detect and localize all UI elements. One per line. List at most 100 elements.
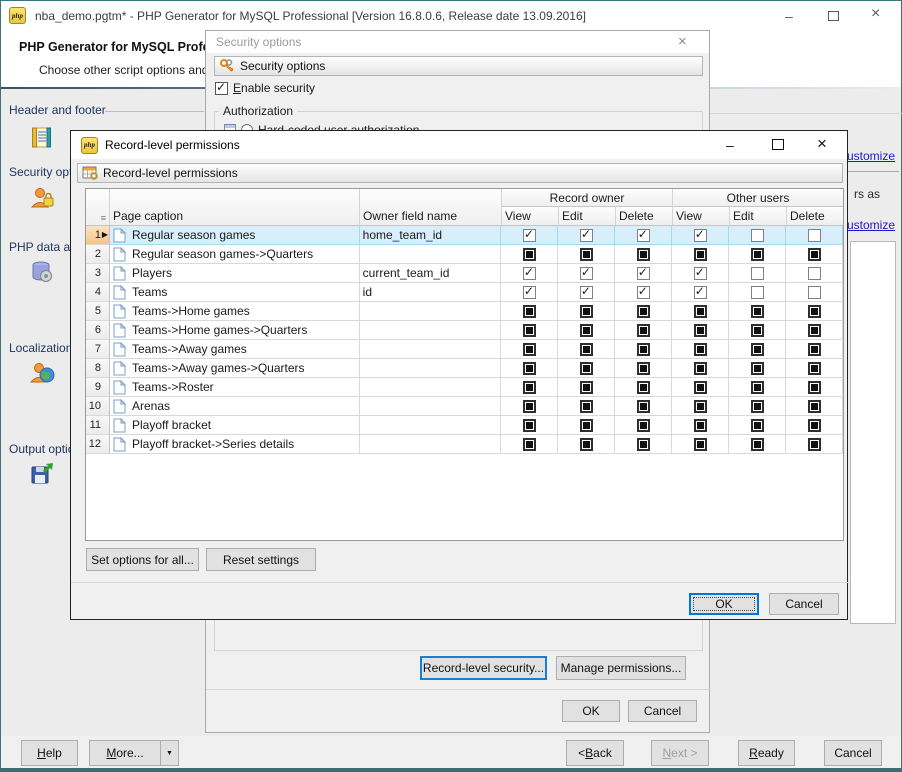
permission-cell[interactable] xyxy=(672,226,729,245)
table-row[interactable]: 2Regular season games->Quarters xyxy=(86,245,843,264)
permission-cell[interactable] xyxy=(786,416,843,435)
permission-cell[interactable] xyxy=(672,340,729,359)
column-header-edit-others[interactable]: Edit xyxy=(730,207,787,226)
column-header-view-owner[interactable]: View xyxy=(502,207,559,226)
permission-checkbox-mixed[interactable] xyxy=(694,419,707,432)
permission-checkbox-mixed[interactable] xyxy=(580,343,593,356)
permission-cell[interactable] xyxy=(558,245,615,264)
page-caption-cell[interactable]: Arenas xyxy=(110,397,360,416)
permission-checkbox-mixed[interactable] xyxy=(694,438,707,451)
permission-cell[interactable] xyxy=(615,264,672,283)
manage-permissions-button[interactable]: Manage permissions... xyxy=(556,656,686,680)
owner-field-cell[interactable]: current_team_id xyxy=(360,264,502,283)
permission-cell[interactable] xyxy=(729,359,786,378)
page-caption-cell[interactable]: Regular season games xyxy=(110,226,360,245)
permission-checkbox-mixed[interactable] xyxy=(751,400,764,413)
record-minimize-icon[interactable]: – xyxy=(726,137,734,153)
permission-cell[interactable] xyxy=(786,245,843,264)
permission-checkbox-mixed[interactable] xyxy=(637,419,650,432)
ready-button[interactable]: Ready xyxy=(738,740,795,766)
row-number-header[interactable]: ≡ xyxy=(86,189,110,226)
permission-checkbox-mixed[interactable] xyxy=(580,362,593,375)
table-row[interactable]: 11Playoff bracket xyxy=(86,416,843,435)
permission-checkbox-mixed[interactable] xyxy=(637,343,650,356)
user-globe-icon[interactable] xyxy=(29,360,55,389)
permission-cell[interactable] xyxy=(501,264,558,283)
permission-checkbox-mixed[interactable] xyxy=(523,248,536,261)
permission-checkbox-mixed[interactable] xyxy=(637,381,650,394)
permission-cell[interactable] xyxy=(786,397,843,416)
permission-checkbox-unchecked[interactable] xyxy=(751,267,764,280)
permission-checkbox-mixed[interactable] xyxy=(808,305,821,318)
permission-checkbox-mixed[interactable] xyxy=(523,362,536,375)
sidebar-item-output[interactable]: Output optio xyxy=(9,442,74,456)
permission-cell[interactable] xyxy=(501,321,558,340)
permission-checkbox-mixed[interactable] xyxy=(808,248,821,261)
column-header-delete-others[interactable]: Delete xyxy=(787,207,843,226)
permission-cell[interactable] xyxy=(558,435,615,454)
table-row[interactable]: 7Teams->Away games xyxy=(86,340,843,359)
permission-checkbox-checked[interactable] xyxy=(523,267,536,280)
permission-cell[interactable] xyxy=(501,416,558,435)
header-footer-icon[interactable] xyxy=(29,125,55,154)
permission-cell[interactable] xyxy=(558,397,615,416)
permission-cell[interactable] xyxy=(729,245,786,264)
permission-cell[interactable] xyxy=(501,245,558,264)
permission-cell[interactable] xyxy=(729,283,786,302)
page-caption-cell[interactable]: Regular season games->Quarters xyxy=(110,245,360,264)
permission-cell[interactable] xyxy=(786,226,843,245)
permission-checkbox-mixed[interactable] xyxy=(523,381,536,394)
permission-checkbox-mixed[interactable] xyxy=(637,362,650,375)
enable-security-checkbox[interactable] xyxy=(215,82,228,95)
owner-field-cell[interactable] xyxy=(360,359,502,378)
page-caption-cell[interactable]: Players xyxy=(110,264,360,283)
permission-cell[interactable] xyxy=(729,435,786,454)
permission-cell[interactable] xyxy=(615,226,672,245)
permission-cell[interactable] xyxy=(672,283,729,302)
record-maximize-icon[interactable] xyxy=(772,139,784,150)
permission-cell[interactable] xyxy=(786,283,843,302)
permission-cell[interactable] xyxy=(672,302,729,321)
permission-checkbox-unchecked[interactable] xyxy=(751,286,764,299)
permission-cell[interactable] xyxy=(786,302,843,321)
table-row[interactable]: 1▶Regular season gameshome_team_id xyxy=(86,226,843,245)
permission-checkbox-mixed[interactable] xyxy=(751,419,764,432)
permission-cell[interactable] xyxy=(672,397,729,416)
permission-cell[interactable] xyxy=(615,397,672,416)
table-row[interactable]: 5Teams->Home games xyxy=(86,302,843,321)
page-caption-cell[interactable]: Teams xyxy=(110,283,360,302)
permission-cell[interactable] xyxy=(558,302,615,321)
permission-checkbox-mixed[interactable] xyxy=(580,438,593,451)
permission-cell[interactable] xyxy=(729,340,786,359)
permission-checkbox-mixed[interactable] xyxy=(694,381,707,394)
permission-cell[interactable] xyxy=(672,359,729,378)
permission-checkbox-mixed[interactable] xyxy=(751,324,764,337)
permission-checkbox-mixed[interactable] xyxy=(523,305,536,318)
permission-checkbox-mixed[interactable] xyxy=(694,248,707,261)
permission-checkbox-mixed[interactable] xyxy=(637,324,650,337)
permission-checkbox-mixed[interactable] xyxy=(808,324,821,337)
permission-checkbox-mixed[interactable] xyxy=(808,400,821,413)
page-caption-cell[interactable]: Teams->Roster xyxy=(110,378,360,397)
permission-checkbox-mixed[interactable] xyxy=(580,305,593,318)
permission-cell[interactable] xyxy=(615,245,672,264)
permission-checkbox-checked[interactable] xyxy=(694,267,707,280)
permission-checkbox-mixed[interactable] xyxy=(751,438,764,451)
page-caption-cell[interactable]: Teams->Home games->Quarters xyxy=(110,321,360,340)
permission-checkbox-mixed[interactable] xyxy=(694,400,707,413)
owner-field-cell[interactable] xyxy=(360,245,502,264)
permission-cell[interactable] xyxy=(501,302,558,321)
permission-checkbox-mixed[interactable] xyxy=(694,324,707,337)
more-dropdown-button[interactable]: ▼ xyxy=(160,740,179,766)
sidebar-item-localization[interactable]: Localization xyxy=(9,341,72,355)
permission-checkbox-checked[interactable] xyxy=(523,229,536,242)
permission-cell[interactable] xyxy=(729,302,786,321)
permission-cell[interactable] xyxy=(501,283,558,302)
owner-field-cell[interactable] xyxy=(360,416,502,435)
permission-cell[interactable] xyxy=(672,378,729,397)
permission-checkbox-mixed[interactable] xyxy=(637,248,650,261)
permission-checkbox-mixed[interactable] xyxy=(751,362,764,375)
record-ok-button[interactable]: OK xyxy=(689,593,759,615)
permission-checkbox-mixed[interactable] xyxy=(580,381,593,394)
permission-cell[interactable] xyxy=(672,264,729,283)
